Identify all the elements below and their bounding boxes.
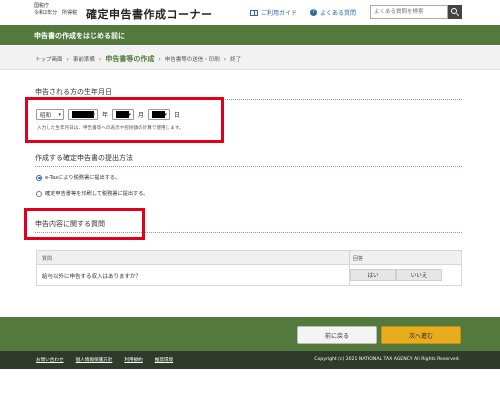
- footer-link-environment[interactable]: 推奨環境: [155, 357, 173, 363]
- faq-link[interactable]: ? よくある質問: [310, 8, 356, 17]
- breadcrumb-steps: トップ画面 › 事前準備 › 申告書等の作成 › 申告書等の送信・印刷 › 終了: [35, 54, 245, 64]
- chevron-right-icon: ›: [158, 55, 161, 63]
- footer-links: お問い合わせ 個人情報保護方針 利用規約 推奨環境: [36, 357, 173, 363]
- tax-year: 令和2年分 所得税: [34, 10, 78, 16]
- faq-link-label: よくある質問: [320, 10, 357, 17]
- question-table: 質問 回答 給与以外に申告する収入はありますか？ はい いいえ: [36, 250, 462, 286]
- page: 国税庁 令和2年分 所得税 確定申告書作成コーナー ご利用ガイド ? よくある質…: [0, 0, 500, 397]
- footer-link-privacy[interactable]: 個人情報保護方針: [76, 357, 113, 363]
- footer-link-terms[interactable]: 利用規約: [124, 357, 142, 363]
- agency-label: 国税庁 令和2年分 所得税: [34, 3, 77, 17]
- table-header: 質問 回答: [37, 251, 461, 265]
- radio-etax[interactable]: e-Taxにより税務署に提出する。: [36, 174, 120, 181]
- answer-buttons: はい いいえ: [350, 265, 461, 285]
- divider: [35, 166, 462, 167]
- breadcrumb-step-prep: 事前準備: [72, 57, 95, 63]
- site-footer: お問い合わせ 個人情報保護方針 利用規約 推奨環境 Copyright (c) …: [0, 351, 500, 369]
- agency-name: 国税庁: [34, 3, 50, 9]
- site-title: 確定申告書作成コーナー: [86, 8, 213, 21]
- guide-link-label: ご利用ガイド: [261, 10, 298, 17]
- guide-link[interactable]: ご利用ガイド: [250, 8, 297, 17]
- table-row: 給与以外に申告する収入はありますか？ はい いいえ: [37, 265, 461, 285]
- breadcrumb-step-end: 終了: [230, 57, 242, 63]
- radio-print-label: 確定申告書等を印刷して税務署に提出する。: [45, 191, 149, 197]
- answer-column-header: 回答: [353, 256, 364, 262]
- chevron-right-icon: ›: [223, 55, 227, 63]
- faq-search: [370, 5, 462, 19]
- highlight-birthday: [25, 97, 224, 143]
- book-icon: [250, 9, 258, 16]
- submission-heading: 作成する確定申告書の提出方法: [35, 154, 133, 162]
- page-title: 申告書の作成をはじめる前に: [34, 32, 125, 40]
- breadcrumb: トップ画面 › 事前準備 › 申告書等の作成 › 申告書等の送信・印刷 › 終了: [0, 46, 500, 70]
- chevron-right-icon: ›: [98, 55, 102, 63]
- copyright: Copyright (c) 2021 NATIONAL TAX AGENCY A…: [314, 357, 460, 362]
- search-input[interactable]: [370, 5, 448, 19]
- birthday-heading: 申告される方の生年月日: [35, 88, 112, 96]
- footer-link-contact[interactable]: お問い合わせ: [36, 357, 64, 363]
- chevron-right-icon: ›: [66, 55, 69, 63]
- radio-etax-label: e-Taxにより税務署に提出する。: [45, 175, 121, 181]
- search-button[interactable]: [448, 5, 462, 19]
- breadcrumb-step-create: 申告書等の作成: [105, 55, 155, 63]
- question-column-header: 質問: [37, 251, 350, 264]
- highlight-questions: [24, 208, 145, 240]
- no-button[interactable]: いいえ: [396, 269, 442, 281]
- site-header: 国税庁 令和2年分 所得税 確定申告書作成コーナー ご利用ガイド ? よくある質…: [0, 0, 500, 28]
- navigation-bar: 前に戻る 次へ進む: [0, 317, 500, 351]
- question-icon: ?: [310, 9, 317, 16]
- question-text: 給与以外に申告する収入はありますか？: [37, 265, 350, 285]
- back-button[interactable]: 前に戻る: [297, 326, 377, 344]
- next-button[interactable]: 次へ進む: [381, 326, 461, 344]
- radio-icon-checked: [36, 174, 42, 181]
- radio-icon: [36, 190, 42, 197]
- yes-button[interactable]: はい: [350, 269, 396, 281]
- breadcrumb-step-top: トップ画面: [35, 57, 63, 63]
- page-banner: 申告書の作成をはじめる前に: [0, 25, 500, 45]
- radio-print[interactable]: 確定申告書等を印刷して税務署に提出する。: [36, 190, 149, 197]
- breadcrumb-step-submit: 申告書等の送信・印刷: [164, 57, 220, 63]
